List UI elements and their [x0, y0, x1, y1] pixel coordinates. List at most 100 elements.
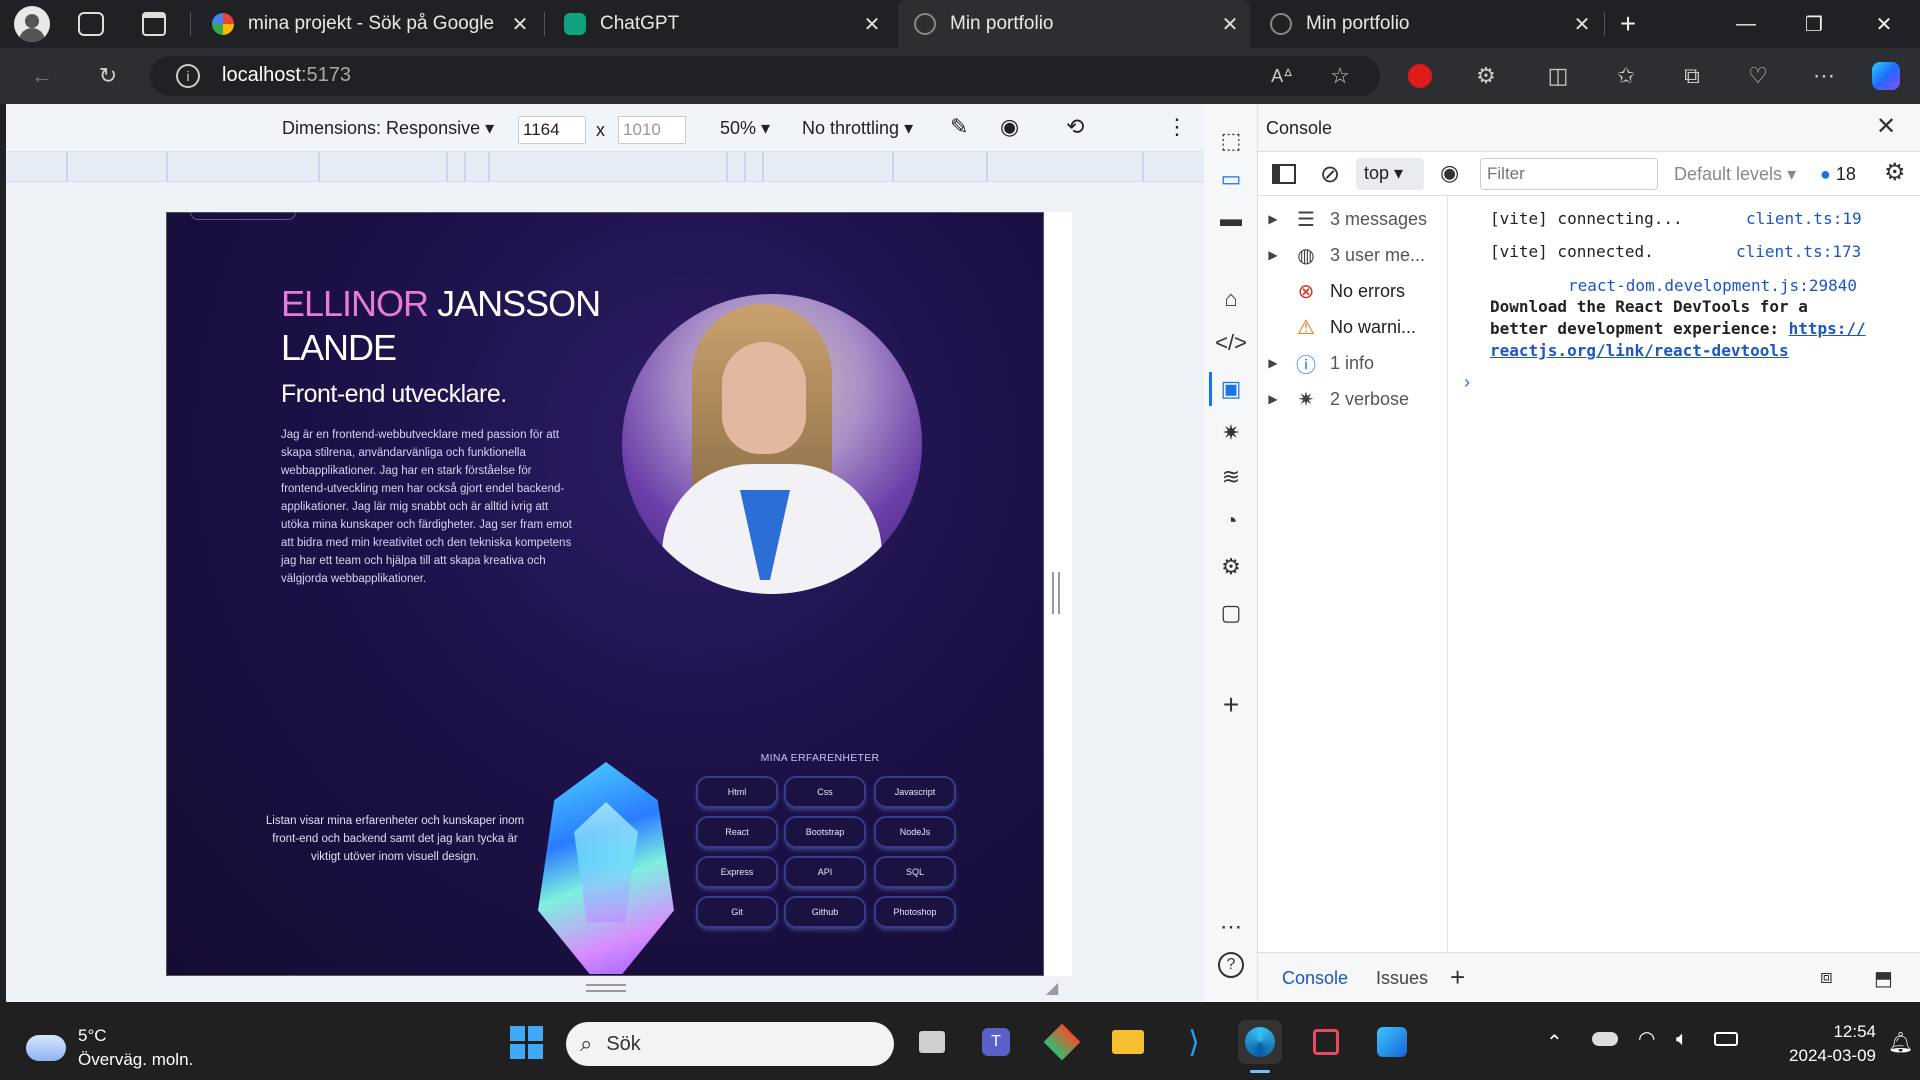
close-tab-icon[interactable]: ✕ [500, 12, 540, 37]
issues-counter[interactable]: ● 18 [1820, 164, 1856, 185]
git-tool-icon[interactable] [1040, 1020, 1084, 1064]
console-sidebar-item[interactable]: ▶ ⓘ 1 info [1258, 346, 1448, 380]
close-window-button[interactable]: ✕ [1850, 0, 1918, 48]
collections-icon[interactable]: ⧉ [1674, 58, 1710, 94]
sidebar-toggle-icon[interactable] [1272, 164, 1296, 184]
react-source-link[interactable]: react-dom.development.js:29840 [1568, 276, 1857, 295]
add-drawer-tab-icon[interactable]: + [1450, 962, 1465, 993]
read-aloud-icon[interactable]: Aᐞ [1264, 58, 1300, 94]
copilot-icon[interactable] [1868, 58, 1904, 94]
drawer-tab-issues[interactable]: Issues [1376, 968, 1428, 989]
throttling-dropdown[interactable]: No throttling ▾ [802, 118, 913, 139]
console-prompt-icon[interactable]: › [1464, 372, 1470, 393]
vertical-tabs-icon[interactable] [142, 12, 166, 36]
resize-handle-right[interactable] [1052, 572, 1060, 614]
taskbar-search[interactable]: ⌕ Sök [566, 1022, 894, 1066]
weather-widget[interactable]: 5°C Överväg. moln. [26, 1024, 193, 1072]
vscode-icon[interactable]: ⟩ [1172, 1020, 1216, 1064]
clock[interactable]: 12:54 2024-03-09 [1756, 1020, 1876, 1068]
width-input[interactable] [518, 116, 586, 144]
eyedropper-icon[interactable]: ✎ [950, 114, 968, 140]
favorites-icon[interactable]: ✩ [1608, 58, 1644, 94]
vision-deficiency-icon[interactable]: ◉ [1000, 114, 1019, 140]
collapse-drawer-icon[interactable]: ⬒ [1874, 966, 1893, 991]
volume-icon[interactable]: 🔈︎ [1676, 1028, 1688, 1051]
expand-arrow-icon[interactable]: ▶ [1258, 212, 1288, 226]
extension-stop-icon[interactable] [1402, 58, 1438, 94]
message-source-link[interactable]: client.ts:19 [1746, 209, 1862, 228]
height-input[interactable] [618, 116, 686, 144]
elements-icon[interactable]: </> [1215, 328, 1247, 358]
dimensions-dropdown[interactable]: Dimensions: Responsive ▾ [282, 118, 494, 139]
close-devtools-icon[interactable]: ✕ [1876, 112, 1896, 141]
profile-icon[interactable] [14, 6, 50, 42]
console-sidebar-item[interactable]: ⚠ No warni... [1258, 310, 1448, 344]
help-icon[interactable]: ? [1218, 952, 1244, 978]
show-hidden-icons-icon[interactable]: ⌃ [1546, 1030, 1563, 1055]
restore-button[interactable]: ❐ [1780, 0, 1848, 48]
expand-arrow-icon[interactable]: ▶ [1258, 356, 1288, 370]
teams-icon[interactable]: T [974, 1020, 1018, 1064]
workspaces-icon[interactable] [78, 12, 104, 36]
device-emulation-icon[interactable]: ▭ [1216, 164, 1246, 194]
console-sidebar-item[interactable]: ⊗ No errors [1258, 274, 1448, 308]
console-settings-icon[interactable]: ⚙ [1884, 158, 1906, 187]
new-tab-button[interactable]: + [1596, 0, 1660, 48]
application-icon[interactable]: ▢ [1216, 598, 1246, 628]
favorite-star-icon[interactable]: ☆ [1322, 58, 1358, 94]
url-text[interactable]: localhost:5173 [222, 64, 351, 87]
browser-essentials-icon[interactable]: ♡ [1740, 58, 1776, 94]
minimize-button[interactable]: — [1712, 0, 1780, 48]
more-tools-icon[interactable]: + [1216, 689, 1246, 720]
notifications-bell-icon[interactable]: 🔔︎ [1888, 1030, 1913, 1055]
console-sidebar-item[interactable]: ▶ ✷ 2 verbose [1258, 382, 1448, 416]
log-levels-dropdown[interactable]: Default levels ▾ [1674, 164, 1796, 185]
device-more-icon[interactable]: ⋮ [1166, 114, 1188, 140]
tab-google[interactable]: mina projekt - Sök på Google ✕ [196, 0, 540, 48]
console-sidebar-item[interactable]: ▶ ☰ 3 messages [1258, 202, 1448, 236]
media-query-ruler[interactable] [6, 152, 1204, 182]
snipping-tool-icon[interactable] [1304, 1020, 1348, 1064]
more-icon[interactable]: ⋯ [1806, 58, 1842, 94]
overflow-icon[interactable]: ⋯ [1216, 912, 1246, 942]
edge-icon[interactable] [1238, 1020, 1282, 1064]
console-sidebar-item[interactable]: ▶ ◍ 3 user me... [1258, 238, 1448, 272]
close-tab-icon[interactable]: ✕ [852, 12, 892, 37]
zoom-dropdown[interactable]: 50% ▾ [720, 118, 770, 139]
resize-handle-bottom[interactable] [586, 984, 626, 992]
console-icon[interactable]: ▣ [1216, 374, 1246, 404]
expand-arrow-icon[interactable]: ▶ [1258, 392, 1288, 406]
dock-icon[interactable]: ▬ [1216, 204, 1246, 234]
inspect-icon[interactable]: ⬚ [1216, 126, 1246, 156]
tab-portfolio-active[interactable]: Min portfolio ✕ [898, 0, 1250, 48]
refresh-icon[interactable]: ↻ [90, 58, 126, 94]
filter-input[interactable] [1480, 158, 1658, 190]
expand-arrow-icon[interactable]: ▶ [1258, 248, 1288, 262]
extensions-icon[interactable]: ⚙ [1468, 58, 1504, 94]
onedrive-icon[interactable] [1592, 1032, 1618, 1046]
start-icon[interactable] [504, 1020, 548, 1064]
battery-icon[interactable] [1714, 1032, 1738, 1046]
wifi-icon[interactable]: ◠ [1638, 1026, 1655, 1051]
photos-icon[interactable] [1370, 1020, 1414, 1064]
network-icon[interactable]: ≋ [1216, 462, 1246, 492]
split-screen-icon[interactable]: ◫ [1540, 58, 1576, 94]
resize-corner-icon[interactable]: ◢ [1046, 978, 1058, 998]
file-explorer-icon[interactable] [1106, 1020, 1150, 1064]
back-icon[interactable]: ← [24, 58, 60, 94]
performance-icon[interactable]: ◔ [1216, 506, 1246, 536]
site-info-icon[interactable]: i [176, 64, 200, 88]
close-tab-icon[interactable]: ✕ [1210, 12, 1250, 37]
clear-console-icon[interactable]: ⊘ [1320, 160, 1340, 189]
task-view-icon[interactable] [910, 1020, 954, 1064]
react-devtools-link[interactable]: reactjs.org/link/react-devtools [1490, 341, 1789, 360]
memory-icon[interactable]: ⚙ [1216, 552, 1246, 582]
sources-bug-icon[interactable]: ✷ [1216, 418, 1246, 448]
tab-portfolio[interactable]: Min portfolio ✕ [1254, 0, 1602, 48]
tab-chatgpt[interactable]: ChatGPT ✕ [548, 0, 892, 48]
react-devtools-link[interactable]: https:// [1789, 319, 1866, 338]
dock-drawer-icon[interactable]: ⧈ [1820, 966, 1833, 989]
message-source-link[interactable]: client.ts:173 [1736, 242, 1861, 261]
drawer-tab-console[interactable]: Console [1282, 968, 1348, 989]
welcome-home-icon[interactable]: ⌂ [1216, 284, 1246, 314]
